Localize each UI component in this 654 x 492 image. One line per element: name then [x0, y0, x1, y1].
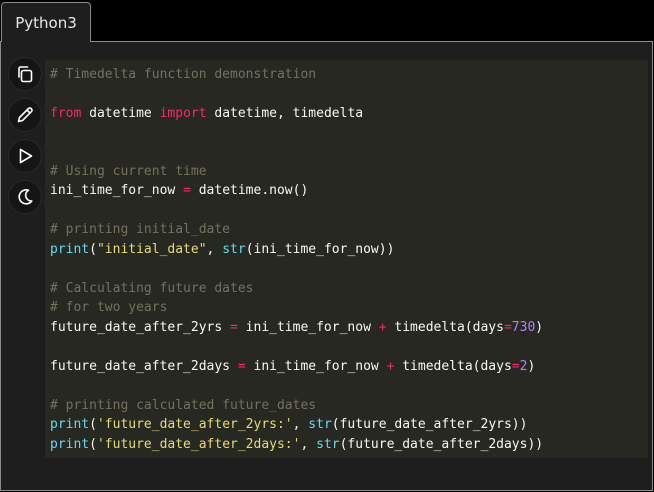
code-text: timedelta(days: [386, 320, 504, 335]
string-literal: 'future_date_after_2days:': [96, 437, 301, 452]
code-line-11: # printing calculated future_dates: [50, 396, 316, 415]
code-comment: # Calculating future dates: [50, 281, 254, 296]
operator: =: [511, 359, 520, 374]
code-text: (: [89, 242, 97, 257]
code-line-6: print("initial_date", str(ini_time_for_n…: [50, 240, 394, 259]
code-text: (future_date_after_2yrs)): [331, 417, 528, 432]
code-text: ): [527, 359, 536, 374]
code-text: (ini_time_for_now)): [245, 242, 395, 257]
code-text: future_date_after_2days: [50, 359, 238, 374]
keyword-from: from: [50, 106, 82, 121]
pencil-icon: [17, 107, 33, 123]
code-line-12: print('future_date_after_2yrs:', str(fut…: [50, 415, 527, 434]
play-icon: [19, 148, 33, 164]
edit-button[interactable]: [8, 98, 42, 132]
code-text: ): [535, 320, 544, 335]
tab-label: Python3: [15, 13, 77, 32]
code-text: future_date_after_2yrs: [50, 320, 231, 335]
code-line-5: # printing initial_date: [50, 220, 230, 239]
code-comment: # Using current time: [50, 164, 207, 179]
string-literal: "initial_date": [96, 242, 207, 257]
code-text: datetime.now(): [190, 183, 309, 198]
builtin-print: print: [50, 242, 90, 257]
code-text: ini_time_for_now: [50, 183, 184, 198]
code-text: ,: [292, 417, 309, 432]
code-comment: # for two years: [50, 300, 168, 315]
string-literal: 'future_date_after_2yrs:': [96, 417, 293, 432]
moon-icon: [18, 189, 33, 205]
code-line-8: # for two years: [50, 298, 167, 317]
number-literal: 730: [511, 320, 536, 335]
code-toolbar: [8, 57, 42, 221]
code-line-13: print('future_date_after_2days:', str(fu…: [50, 435, 543, 454]
theme-toggle-button[interactable]: [8, 180, 42, 214]
operator: =: [237, 359, 246, 374]
code-line-10: future_date_after_2days = ini_time_for_n…: [50, 357, 535, 376]
code-comment: # printing calculated future_dates: [50, 398, 317, 413]
code-line-4: ini_time_for_now = datetime.now(): [50, 181, 308, 200]
module-name: datetime: [81, 106, 160, 121]
code-comment: # printing initial_date: [50, 222, 231, 237]
code-text: timedelta(days: [394, 359, 512, 374]
operator: =: [230, 320, 238, 335]
run-button[interactable]: [8, 139, 42, 173]
operator: =: [503, 320, 512, 335]
copy-icon: [18, 66, 33, 83]
tab-python3[interactable]: Python3: [1, 2, 91, 42]
builtin-print: print: [50, 437, 90, 452]
code-text: ,: [206, 242, 223, 257]
code-line-1: # Timedelta function demonstration: [50, 65, 316, 84]
code-line-7: # Calculating future dates: [50, 279, 254, 298]
builtin-str: str: [316, 437, 340, 452]
code-text: ,: [300, 437, 317, 452]
code-line-9: future_date_after_2yrs = ini_time_for_no…: [50, 318, 543, 337]
keyword-import: import: [159, 106, 207, 121]
code-text: (future_date_after_2days)): [339, 437, 544, 452]
code-text: (: [89, 437, 97, 452]
code-editor[interactable]: # Timedelta function demonstration from …: [45, 60, 648, 458]
code-text: (: [89, 417, 97, 432]
code-line-2: from datetime import datetime, timedelta: [50, 104, 363, 123]
imported-names: datetime, timedelta: [206, 106, 364, 121]
code-text: ini_time_for_now: [245, 359, 387, 374]
code-line-3: # Using current time: [50, 162, 207, 181]
builtin-print: print: [50, 417, 90, 432]
operator: =: [183, 183, 191, 198]
copy-button[interactable]: [8, 57, 42, 91]
builtin-str: str: [222, 242, 246, 257]
operator: +: [378, 320, 387, 335]
builtin-str: str: [308, 417, 332, 432]
code-comment: # Timedelta function demonstration: [50, 67, 317, 82]
code-text: ini_time_for_now: [237, 320, 379, 335]
